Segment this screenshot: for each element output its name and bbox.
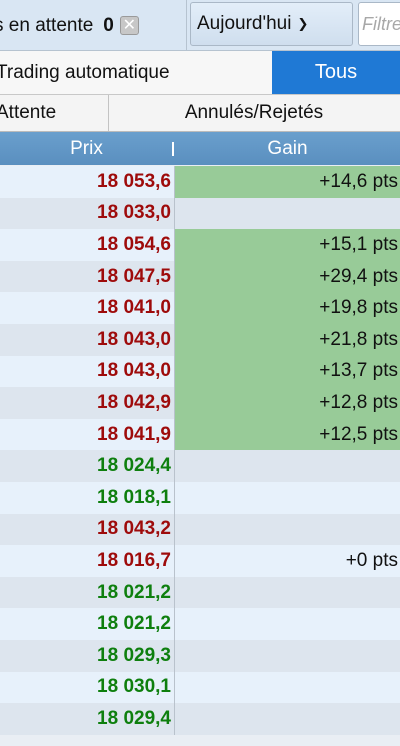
tab-cancelled-rejected[interactable]: Annulés/Rejetés xyxy=(108,95,400,131)
pending-orders-filter[interactable]: s en attente 0 ✕ xyxy=(0,0,186,51)
chevron-down-icon: ❯ xyxy=(297,16,309,31)
column-header-gain[interactable]: Gain xyxy=(175,132,400,165)
price-cell: 18 021,2 xyxy=(97,613,171,635)
top-toolbar: s en attente 0 ✕ Aujourd'hui ❯ xyxy=(0,0,400,51)
table-header: Prix Gain xyxy=(0,132,400,165)
price-cell: 18 043,0 xyxy=(97,328,171,350)
orders-table: 18 053,6 +14,6 pts 18 033,0 18 054,6 +15,1 p… xyxy=(0,166,400,735)
gain-cell xyxy=(175,577,400,609)
table-row[interactable]: 18 053,6 +14,6 pts xyxy=(0,166,400,198)
table-row[interactable]: 18 041,0 +19,8 pts xyxy=(0,292,400,324)
gain-cell xyxy=(175,703,400,735)
price-cell: 18 021,2 xyxy=(97,581,171,603)
table-row[interactable]: 18 021,2 xyxy=(0,608,400,640)
price-cell: 18 024,4 xyxy=(97,455,171,477)
price-cell: 18 041,0 xyxy=(97,297,171,319)
table-row[interactable]: 18 033,0 xyxy=(0,197,400,230)
price-cell: 18 029,3 xyxy=(97,644,171,666)
tab-all[interactable]: Tous xyxy=(272,51,400,94)
status-tabs: Attente Annulés/Rejetés xyxy=(0,95,400,132)
price-cell: 18 018,1 xyxy=(97,486,171,508)
pending-orders-count: 0 xyxy=(103,14,114,36)
gain-cell xyxy=(175,514,400,546)
price-cell: 18 043,0 xyxy=(97,360,171,382)
gain-cell: +29,4 pts xyxy=(175,260,400,293)
table-row[interactable]: 18 054,6 +15,1 pts xyxy=(0,229,400,261)
date-filter-dropdown[interactable]: Aujourd'hui ❯ xyxy=(190,2,353,46)
date-filter-label: Aujourd'hui xyxy=(197,13,292,34)
price-cell: 18 053,6 xyxy=(97,170,171,192)
table-row[interactable]: 18 042,9 +12,8 pts xyxy=(0,387,400,419)
tab-auto-trading[interactable]: Trading automatique xyxy=(0,51,266,94)
price-cell: 18 043,2 xyxy=(97,518,171,540)
price-cell: 18 016,7 xyxy=(97,549,171,571)
gain-cell: +13,7 pts xyxy=(175,355,400,388)
tab-pending[interactable]: Attente xyxy=(0,95,109,131)
price-cell: 18 030,1 xyxy=(97,676,171,698)
gain-cell: +21,8 pts xyxy=(175,323,400,356)
gain-cell xyxy=(175,672,400,704)
price-cell: 18 041,9 xyxy=(97,423,171,445)
table-row[interactable]: 18 043,0 +13,7 pts xyxy=(0,355,400,388)
toolbar-divider xyxy=(186,0,187,51)
price-cell: 18 033,0 xyxy=(97,202,171,224)
table-row[interactable]: 18 047,5 +29,4 pts xyxy=(0,260,400,293)
gain-cell xyxy=(175,198,400,230)
gain-cell: +12,5 pts xyxy=(175,418,400,451)
mode-tabs: Trading automatique Tous xyxy=(0,51,400,95)
price-cell: 18 054,6 xyxy=(97,233,171,255)
table-row[interactable]: 18 030,1 xyxy=(0,671,400,704)
table-row[interactable]: 18 029,4 xyxy=(0,703,400,735)
price-cell: 18 047,5 xyxy=(97,265,171,287)
table-row[interactable]: 18 043,0 +21,8 pts xyxy=(0,323,400,356)
gain-cell: +19,8 pts xyxy=(175,292,400,324)
price-cell: 18 029,4 xyxy=(97,707,171,729)
gain-cell xyxy=(175,450,400,482)
gain-cell xyxy=(175,640,400,672)
table-row[interactable]: 18 041,9 +12,5 pts xyxy=(0,418,400,451)
table-row[interactable]: 18 016,7 +0 pts xyxy=(0,545,400,577)
column-header-price[interactable]: Prix xyxy=(0,132,173,165)
column-resize-handle[interactable] xyxy=(172,142,174,156)
pending-orders-label: s en attente xyxy=(0,14,94,36)
gain-cell: +0 pts xyxy=(345,549,398,571)
gain-cell xyxy=(175,482,400,514)
table-row[interactable]: 18 043,2 xyxy=(0,513,400,546)
gain-cell: +15,1 pts xyxy=(175,229,400,261)
table-row[interactable]: 18 021,2 xyxy=(0,576,400,609)
table-row[interactable]: 18 029,3 xyxy=(0,639,400,672)
filter-input[interactable] xyxy=(358,2,400,46)
table-row[interactable]: 18 018,1 xyxy=(0,481,400,514)
x-icon[interactable]: ✕ xyxy=(119,16,139,35)
gain-cell: +14,6 pts xyxy=(175,166,400,198)
gain-cell: +12,8 pts xyxy=(175,387,400,419)
gain-cell xyxy=(175,608,400,640)
price-cell: 18 042,9 xyxy=(97,391,171,413)
table-row[interactable]: 18 024,4 xyxy=(0,450,400,482)
